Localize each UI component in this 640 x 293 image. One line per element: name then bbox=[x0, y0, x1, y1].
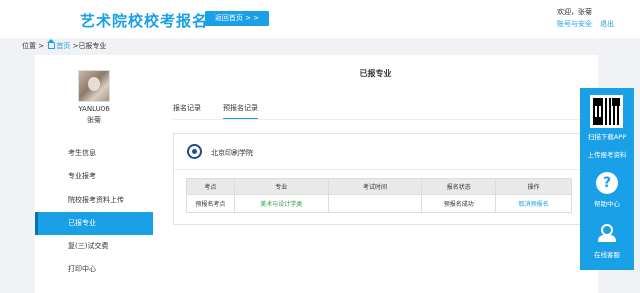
breadcrumb-home-link[interactable]: 首页 bbox=[56, 42, 70, 50]
cell-exam-time bbox=[327, 194, 423, 213]
breadcrumb-current: 已报专业 bbox=[78, 42, 107, 50]
table-header-row: 考点 专业 考试时间 报名状态 操作 bbox=[186, 178, 572, 195]
floating-side-panel: 扫描下载APP 上传报考资料 ? 帮助中心 在线客服 bbox=[580, 88, 634, 270]
column-header-status: 报名状态 bbox=[421, 178, 497, 195]
sidebar-item-print-center[interactable]: 打印中心 bbox=[35, 258, 153, 281]
sidebar-item-retest-fee[interactable]: 复(三)试交费 bbox=[35, 235, 153, 258]
logout-link[interactable]: 退出 bbox=[600, 20, 614, 28]
upload-materials-link[interactable]: 上传报考资料 bbox=[580, 149, 634, 159]
school-logo-icon bbox=[187, 144, 202, 159]
sidebar-menu: 考生信息 专业报考 院校报考资料上传 已报专业 复(三)试交费 打印中心 bbox=[35, 142, 153, 282]
cell-major: 美术与设计学类 bbox=[233, 194, 329, 213]
qr-code-icon bbox=[593, 98, 620, 125]
user-links: 账号与安全 退出 bbox=[557, 19, 622, 29]
headset-icon[interactable] bbox=[596, 222, 618, 244]
main-content: 已报专业 报名记录 预报名记录 北京印刷学院 考点 专业 考试时间 报名状态 操… bbox=[153, 55, 598, 293]
sidebar-username: YANLU06 bbox=[78, 105, 110, 113]
sidebar-item-major-apply[interactable]: 专业报考 bbox=[35, 165, 153, 188]
avatar bbox=[78, 70, 110, 102]
home-icon[interactable] bbox=[47, 39, 56, 49]
sidebar-realname: 张菊 bbox=[87, 116, 101, 124]
card-divider bbox=[174, 169, 582, 170]
table-row: 预报名考点 美术与设计学类 预报名成功 取消预报名 bbox=[186, 194, 572, 213]
top-header: 艺术院校校考报名 返回首页 > > 欢迎，张菊 账号与安全 退出 bbox=[0, 0, 640, 38]
back-home-button[interactable]: 返回首页 > > bbox=[205, 11, 269, 26]
online-support-link[interactable]: 在线客服 bbox=[580, 249, 634, 259]
account-security-link[interactable]: 账号与安全 bbox=[557, 20, 592, 28]
column-header-action: 操作 bbox=[495, 178, 572, 195]
sidebar-item-applied-majors[interactable]: 已报专业 bbox=[35, 211, 153, 236]
sidebar-item-student-info[interactable]: 考生信息 bbox=[35, 142, 153, 165]
cancel-pre-registration-link[interactable]: 取消预报名 bbox=[495, 194, 572, 213]
breadcrumb: 位置 > 首页 >已报专业 bbox=[0, 38, 640, 55]
help-center-link[interactable]: 帮助中心 bbox=[580, 198, 634, 208]
headset-icon-base bbox=[598, 235, 616, 242]
column-header-major: 专业 bbox=[233, 178, 329, 195]
sidebar: YANLU06 张菊 考生信息 专业报考 院校报考资料上传 已报专业 复(三)试… bbox=[35, 55, 153, 293]
cell-status: 预报名成功 bbox=[421, 194, 497, 213]
breadcrumb-location: 位置 > bbox=[22, 42, 45, 50]
tabs-divider bbox=[173, 119, 583, 120]
sidebar-item-materials-upload[interactable]: 院校报考资料上传 bbox=[35, 189, 153, 212]
column-header-site: 考点 bbox=[186, 178, 235, 195]
cell-site: 预报名考点 bbox=[186, 194, 235, 213]
welcome-text: 欢迎，张菊 bbox=[557, 8, 592, 16]
tab-registration-records[interactable]: 报名记录 bbox=[173, 103, 201, 113]
site-title: 艺术院校校考报名 bbox=[80, 12, 209, 30]
download-app-text: 扫描下载APP bbox=[587, 133, 627, 141]
school-name: 北京印刷学院 bbox=[211, 149, 253, 157]
tab-pre-registration-records[interactable]: 预报名记录 bbox=[223, 103, 258, 120]
help-icon[interactable]: ? bbox=[596, 172, 618, 194]
registration-table: 考点 专业 考试时间 报名状态 操作 预报名考点 美术与设计学类 预报名成功 取… bbox=[186, 178, 572, 213]
school-card: 北京印刷学院 考点 专业 考试时间 报名状态 操作 预报名考点 美术与设计学类 … bbox=[173, 133, 583, 225]
column-header-exam-time: 考试时间 bbox=[327, 178, 423, 195]
app-qr-code bbox=[590, 95, 623, 128]
page-title: 已报专业 bbox=[359, 69, 392, 78]
